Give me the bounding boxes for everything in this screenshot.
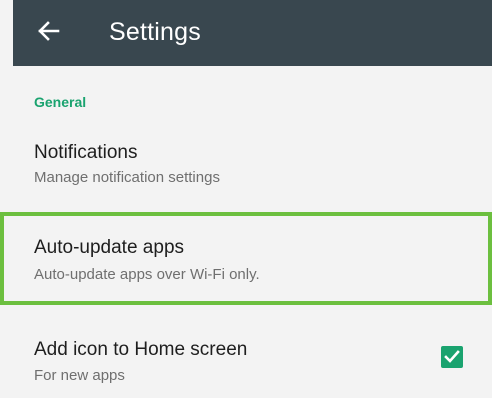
- setting-title: Auto-update apps: [34, 237, 185, 258]
- setting-item-add-icon-to-home-screen[interactable]: Add icon to Home screen For new apps: [13, 325, 492, 398]
- settings-screen: Settings General Notifications Manage no…: [0, 0, 492, 398]
- setting-subtitle: For new apps: [34, 367, 125, 384]
- setting-item-notifications[interactable]: Notifications Manage notification settin…: [13, 132, 492, 198]
- setting-subtitle: Auto-update apps over Wi-Fi only.: [34, 266, 260, 283]
- home-screen-checkbox[interactable]: [441, 346, 463, 368]
- setting-title: Add icon to Home screen: [34, 339, 248, 360]
- page-title: Settings: [109, 18, 201, 46]
- setting-subtitle: Manage notification settings: [34, 169, 220, 186]
- app-bar: Settings: [13, 0, 492, 66]
- section-header-general: General: [34, 94, 87, 110]
- arrow-left-icon: [38, 21, 60, 41]
- back-button[interactable]: [35, 15, 63, 47]
- check-icon: [444, 350, 460, 364]
- setting-title: Notifications: [34, 142, 138, 163]
- setting-item-auto-update-apps[interactable]: Auto-update apps Auto-update apps over W…: [0, 212, 492, 305]
